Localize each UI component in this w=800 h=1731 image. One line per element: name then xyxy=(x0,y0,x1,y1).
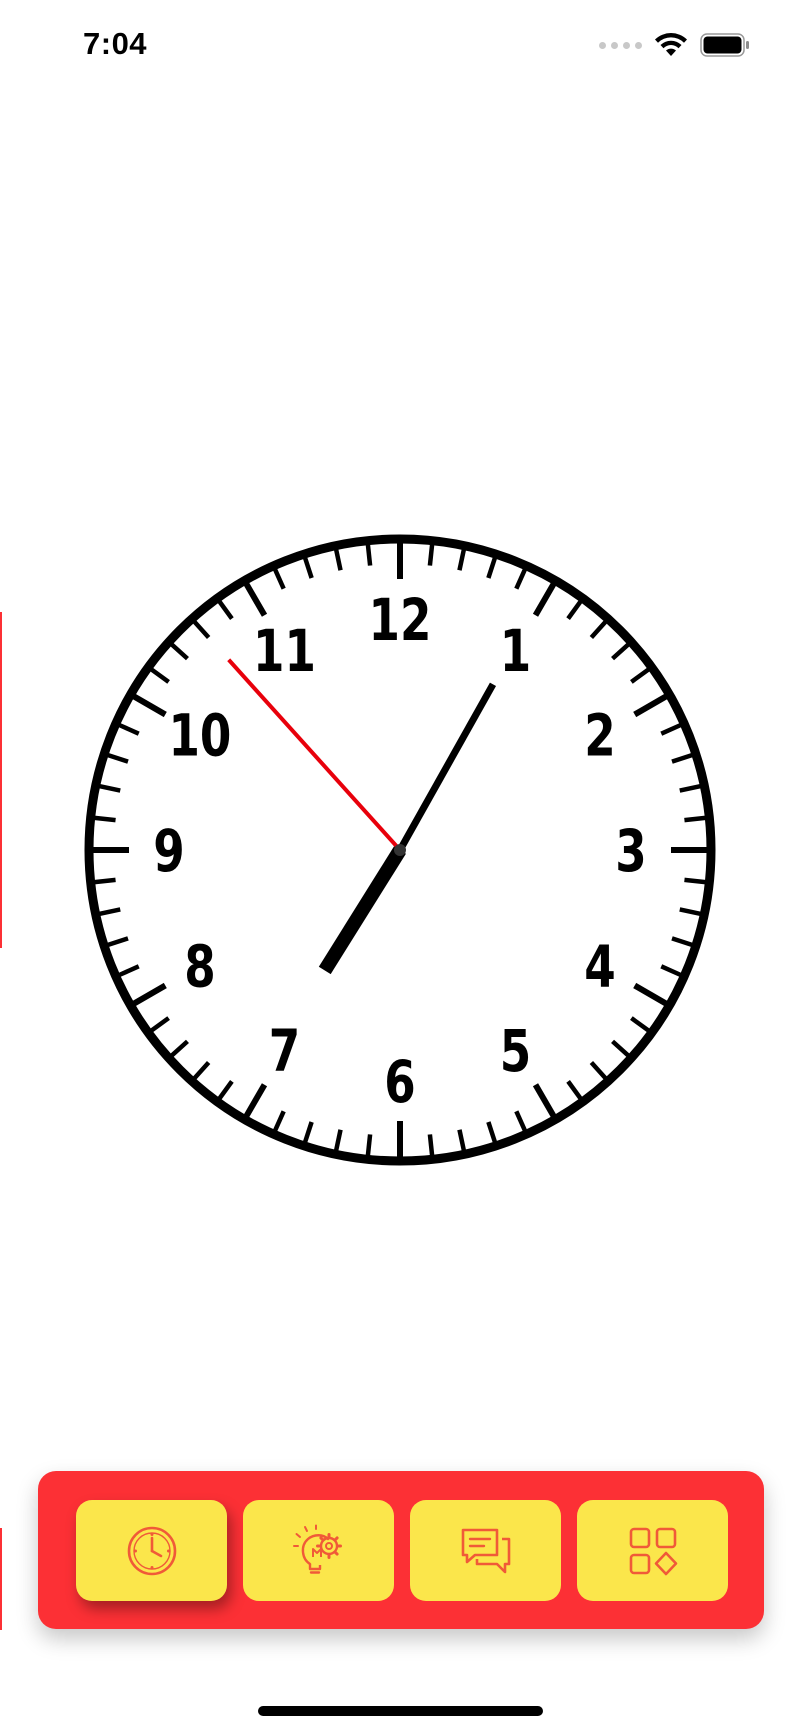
numeral-7: 7 xyxy=(269,1019,300,1086)
status-time: 7:04 xyxy=(83,26,148,61)
minute-tick xyxy=(427,1134,435,1156)
minute-tick xyxy=(94,815,116,823)
minute-tick xyxy=(684,877,706,885)
apps-grid-icon xyxy=(629,1527,677,1575)
edge-mark xyxy=(0,612,2,948)
clock-face: 12 1 2 3 4 5 6 7 8 9 10 11 xyxy=(84,534,716,1166)
minute-tick xyxy=(365,1134,373,1156)
analog-clock: 12 1 2 3 4 5 6 7 8 9 10 11 xyxy=(82,532,718,1168)
status-bar: 7:04 xyxy=(0,0,800,92)
numeral-10: 10 xyxy=(168,703,231,770)
status-icons xyxy=(599,32,750,58)
numeral-5: 5 xyxy=(500,1019,531,1086)
minute-tick xyxy=(427,544,435,566)
edge-mark xyxy=(0,1528,2,1630)
tab-ideas[interactable] xyxy=(243,1500,394,1601)
bottom-tab-bar xyxy=(38,1471,764,1629)
numeral-9: 9 xyxy=(153,819,184,886)
tab-clock[interactable] xyxy=(76,1500,227,1601)
minute-tick xyxy=(94,877,116,885)
clock-center-pin xyxy=(394,844,406,856)
tab-apps[interactable] xyxy=(577,1500,728,1601)
lightbulb-gear-icon xyxy=(292,1524,342,1574)
cellular-signal-icon xyxy=(599,41,642,49)
chat-bubbles-icon xyxy=(461,1528,510,1573)
numeral-3: 3 xyxy=(615,819,646,886)
numeral-11: 11 xyxy=(253,619,316,686)
clock-icon xyxy=(127,1526,176,1575)
minute-tick xyxy=(684,815,706,823)
tab-messages[interactable] xyxy=(410,1500,561,1601)
numeral-4: 4 xyxy=(584,934,615,1001)
numeral-2: 2 xyxy=(584,703,615,770)
wifi-icon xyxy=(655,33,687,56)
home-indicator xyxy=(258,1706,543,1716)
numeral-6: 6 xyxy=(384,1050,415,1117)
battery-icon xyxy=(700,33,749,57)
numeral-8: 8 xyxy=(184,934,215,1001)
numeral-12: 12 xyxy=(369,588,432,655)
numeral-1: 1 xyxy=(500,619,531,686)
minute-tick xyxy=(365,544,373,566)
